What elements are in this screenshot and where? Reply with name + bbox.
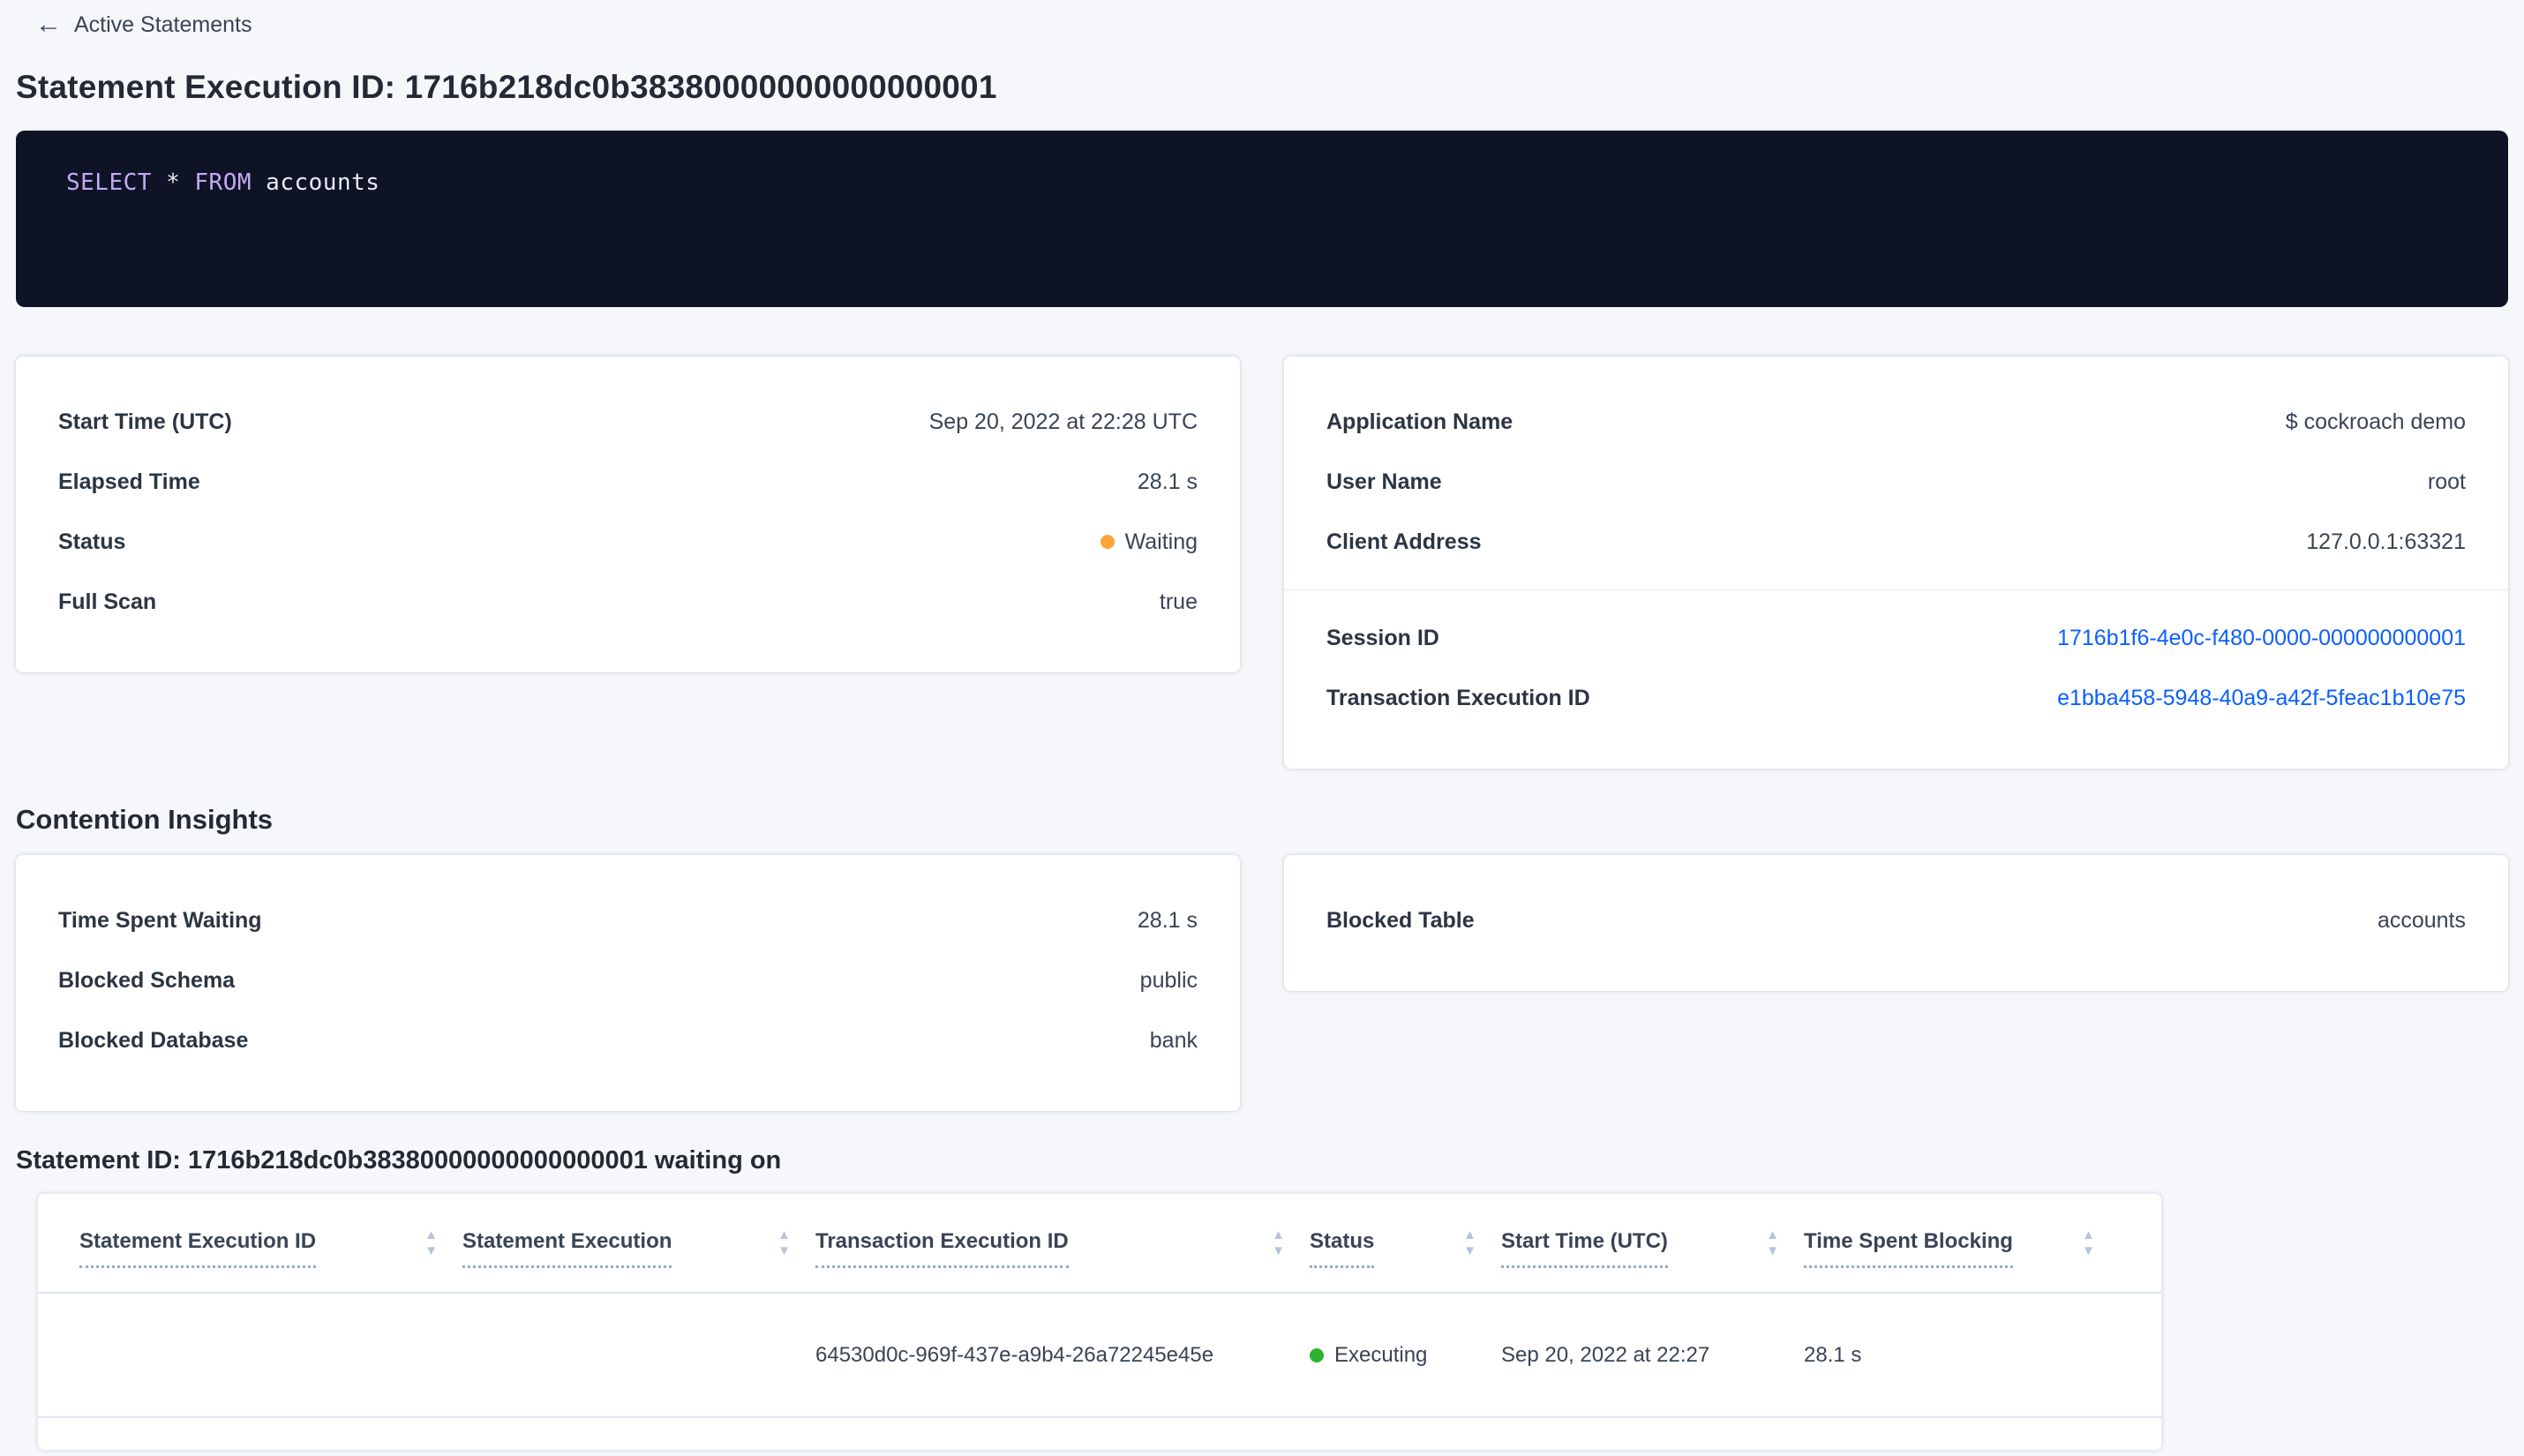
cell-statement-execution [462,1294,815,1416]
cell-status: Executing [1310,1294,1501,1416]
detail-label: Transaction Execution ID [1326,685,1590,710]
status-text: Waiting [1124,529,1198,554]
status-dot-orange-icon [1100,535,1115,549]
sort-arrows-icon[interactable]: ▲ ▼ [1766,1228,1779,1257]
column-header-time-spent-blocking[interactable]: Time Spent Blocking ▲ ▼ [1804,1194,2120,1292]
detail-row-status: Status Waiting [58,512,1198,572]
column-header-label[interactable]: Start Time (UTC) [1501,1229,1668,1268]
overview-cards-row: Start Time (UTC) Sep 20, 2022 at 22:28 U… [16,356,2508,769]
sql-keyword-select: SELECT [66,169,152,196]
status-text: Executing [1334,1342,1428,1367]
column-header-transaction-execution-id[interactable]: Transaction Execution ID ▲ ▼ [815,1194,1310,1292]
detail-row-time-spent-waiting: Time Spent Waiting 28.1 s [58,890,1198,950]
detail-label: Time Spent Waiting [58,907,262,933]
transaction-execution-id-link[interactable]: e1bba458-5948-40a9-a42f-5feac1b10e75 [2057,686,2466,711]
detail-row-start-time: Start Time (UTC) Sep 20, 2022 at 22:28 U… [58,392,1198,452]
contention-insights-heading: Contention Insights [16,804,274,835]
detail-value: $ cockroach demo [2285,409,2466,434]
contention-waiting-card: Time Spent Waiting 28.1 s Blocked Schema… [16,855,1240,1111]
column-header-start-time[interactable]: Start Time (UTC) ▲ ▼ [1501,1194,1804,1292]
cell-start-time: Sep 20, 2022 at 22:27 [1501,1342,1710,1367]
back-arrow-icon[interactable]: ← [35,11,62,38]
column-header-label[interactable]: Status [1310,1229,1375,1268]
detail-value: 127.0.0.1:63321 [2306,529,2466,554]
detail-value: accounts [2377,907,2466,933]
detail-label: Blocked Database [58,1027,249,1053]
column-header-statement-execution[interactable]: Statement Execution ▲ ▼ [462,1194,815,1292]
detail-value: true [1159,589,1198,614]
column-header-status[interactable]: Status ▲ ▼ [1310,1194,1501,1292]
detail-value: public [1139,967,1198,993]
column-header-label[interactable]: Transaction Execution ID [815,1229,1069,1268]
detail-label: Blocked Table [1326,907,1475,933]
breadcrumb[interactable]: ← Active Statements [16,7,2508,42]
detail-row-application-name: Application Name $ cockroach demo [1326,392,2466,452]
cell-time-spent-blocking: 28.1 s [1804,1342,1862,1367]
sort-arrows-icon[interactable]: ▲ ▼ [1463,1228,1476,1257]
page-title: Statement Execution ID: 1716b218dc0b3838… [16,69,997,105]
column-header-label[interactable]: Time Spent Blocking [1804,1229,2013,1268]
statement-details-page: ← Active Statements Statement Execution … [0,0,2524,1456]
column-header-label[interactable]: Statement Execution [462,1229,672,1268]
session-id-link[interactable]: 1716b1f6-4e0c-f480-0000-000000000001 [2057,626,2466,651]
detail-label: Start Time (UTC) [58,409,232,434]
detail-row-blocked-table: Blocked Table accounts [1326,890,2466,950]
waiting-on-heading: Statement ID: 1716b218dc0b38380000000000… [16,1146,782,1175]
sort-arrows-icon[interactable]: ▲ ▼ [1272,1228,1285,1257]
column-header-label[interactable]: Statement Execution ID [79,1229,317,1268]
sql-statement-box: SELECT * FROM accounts [16,131,2508,307]
detail-label: Full Scan [58,589,157,614]
contention-cards-row: Time Spent Waiting 28.1 s Blocked Schema… [16,855,2508,1111]
detail-row-blocked-schema: Blocked Schema public [58,950,1198,1010]
sql-table-name: accounts [266,169,380,196]
waiting-statements-table: Statement Execution ID ▲ ▼ Statement Exec… [37,1193,2162,1451]
detail-label: User Name [1326,469,1442,494]
detail-label: Elapsed Time [58,469,200,494]
sql-statement: SELECT * FROM accounts [66,169,379,196]
table-footer-space [38,1418,2161,1450]
contention-blocked-table-card: Blocked Table accounts [1284,855,2508,991]
cell-transaction-execution-id: 64530d0c-969f-437e-a9b4-26a72245e45e [815,1342,1214,1367]
sort-arrows-icon[interactable]: ▲ ▼ [2082,1228,2095,1257]
status-dot-green-icon [1310,1347,1324,1362]
detail-row-full-scan: Full Scan true [58,572,1198,632]
session-details-card: Application Name $ cockroach demo User N… [1284,356,2508,769]
detail-row-session-id: Session ID 1716b1f6-4e0c-f480-0000-00000… [1326,608,2466,668]
table-row: 64530d0c-969f-437e-a9b4-26a72245e45e Exe… [38,1294,2161,1418]
sql-star: * [166,169,181,196]
detail-row-blocked-database: Blocked Database bank [58,1010,1198,1070]
column-header-statement-execution-id[interactable]: Statement Execution ID ▲ ▼ [79,1194,462,1292]
detail-row-elapsed-time: Elapsed Time 28.1 s [58,452,1198,512]
detail-value: Sep 20, 2022 at 22:28 UTC [928,409,1198,434]
detail-label: Blocked Schema [58,967,236,993]
status-value: Waiting [1100,529,1198,555]
detail-value: root [2427,469,2466,494]
detail-label: Client Address [1326,529,1482,554]
sort-arrows-icon[interactable]: ▲ ▼ [424,1228,438,1257]
detail-label: Status [58,529,126,554]
detail-row-client-address: Client Address 127.0.0.1:63321 [1326,512,2466,572]
sort-arrows-icon[interactable]: ▲ ▼ [777,1228,791,1257]
table-header-row: Statement Execution ID ▲ ▼ Statement Exec… [38,1194,2161,1294]
detail-row-transaction-execution-id: Transaction Execution ID e1bba458-5948-4… [1326,668,2466,728]
detail-label: Application Name [1326,409,1514,434]
detail-label: Session ID [1326,625,1439,650]
card-divider [1284,589,2508,590]
detail-value: 28.1 s [1137,469,1198,494]
cell-statement-execution-id [79,1294,462,1416]
sql-keyword-from: FROM [194,169,252,196]
detail-row-user-name: User Name root [1326,452,2466,512]
breadcrumb-label[interactable]: Active Statements [74,12,252,38]
detail-value: bank [1149,1027,1198,1053]
execution-details-card: Start Time (UTC) Sep 20, 2022 at 22:28 U… [16,356,1240,672]
detail-value: 28.1 s [1137,907,1198,933]
